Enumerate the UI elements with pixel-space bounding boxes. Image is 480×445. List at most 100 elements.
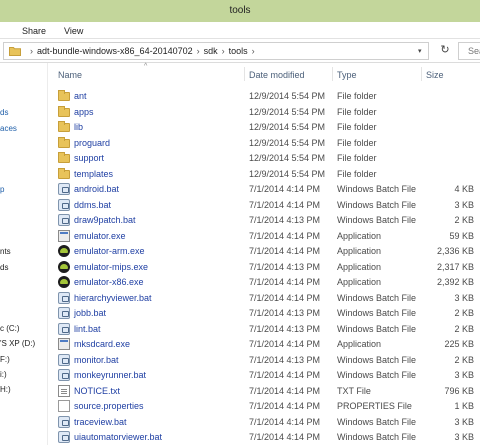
generic-file-icon	[58, 400, 70, 412]
file-type: File folder	[337, 168, 377, 179]
file-row[interactable]: ddms.bat 7/1/2014 4:14 PM Windows Batch Fi…	[54, 198, 480, 213]
file-size: 4 KB	[454, 184, 474, 194]
file-row[interactable]: traceview.bat 7/1/2014 4:14 PM Windows Bat…	[54, 415, 480, 430]
column-divider[interactable]	[421, 67, 422, 81]
breadcrumb-item[interactable]: tools	[229, 46, 248, 56]
navigation-pane[interactable]: ds aces p nts ds c (C:) 'S XP (D:) F:) i…	[0, 63, 35, 445]
file-row[interactable]: draw9patch.bat 7/1/2014 4:13 PM Windows Ba…	[54, 213, 480, 228]
search-input[interactable]: Sea	[458, 42, 480, 60]
file-date: 7/1/2014 4:14 PM	[249, 246, 321, 256]
breadcrumb-item[interactable]: adt-bundle-windows-x86_64-20140702	[37, 46, 193, 56]
nav-item[interactable]: p	[0, 185, 4, 194]
file-name[interactable]: ant	[74, 91, 87, 101]
nav-item[interactable]: nts	[0, 247, 11, 256]
file-type: Windows Batch File	[337, 292, 417, 303]
column-divider[interactable]	[332, 67, 333, 81]
file-row[interactable]: templates 12/9/2014 5:54 PM File folder	[54, 167, 480, 182]
file-name[interactable]: source.properties	[74, 401, 144, 411]
nav-item[interactable]: ds	[0, 108, 8, 117]
file-date: 7/1/2014 4:14 PM	[249, 385, 321, 396]
file-row[interactable]: hierarchyviewer.bat 7/1/2014 4:14 PM Windo…	[54, 291, 480, 306]
file-row[interactable]: monkeyrunner.bat 7/1/2014 4:14 PM Windows …	[54, 368, 480, 383]
column-divider[interactable]	[244, 67, 245, 81]
file-name[interactable]: emulator-mips.exe	[74, 262, 148, 272]
file-row[interactable]: android.bat 7/1/2014 4:14 PM Windows Batch…	[54, 182, 480, 197]
android-emulator-icon	[58, 276, 70, 288]
file-row[interactable]: emulator-x86.exe 7/1/2014 4:14 PM Applicat…	[54, 275, 480, 290]
tab-share[interactable]: Share	[22, 26, 46, 36]
file-row[interactable]: mksdcard.exe 7/1/2014 4:14 PM Application 2…	[54, 337, 480, 352]
file-row[interactable]: ant 12/9/2014 5:54 PM File folder	[54, 89, 480, 104]
column-header-date[interactable]: Date modified	[249, 70, 305, 80]
file-row[interactable]: emulator.exe 7/1/2014 4:14 PM Application 5…	[54, 229, 480, 244]
refresh-icon[interactable]: ↻	[438, 43, 452, 57]
file-type: File folder	[337, 137, 377, 148]
nav-item-drive[interactable]: H:)	[0, 385, 11, 394]
nav-item-drive[interactable]: i:)	[0, 370, 7, 379]
file-row[interactable]: lib 12/9/2014 5:54 PM File folder	[54, 120, 480, 135]
file-name[interactable]: monitor.bat	[74, 355, 119, 365]
file-name[interactable]: lib	[74, 122, 83, 132]
file-name[interactable]: hierarchyviewer.bat	[74, 293, 152, 303]
file-row[interactable]: monitor.bat 7/1/2014 4:13 PM Windows Batch…	[54, 353, 480, 368]
nav-item-drive[interactable]: c (C:)	[0, 324, 20, 333]
file-row[interactable]: lint.bat 7/1/2014 4:13 PM Windows Batch Fi…	[54, 322, 480, 337]
file-name[interactable]: monkeyrunner.bat	[74, 370, 146, 380]
file-name[interactable]: templates	[74, 169, 113, 179]
address-field[interactable]: › adt-bundle-windows-x86_64-20140702 › sdk ›…	[3, 42, 429, 60]
sort-ascending-icon: ^	[144, 63, 148, 70]
file-name[interactable]: NOTICE.txt	[74, 386, 120, 396]
application-icon	[58, 229, 70, 242]
file-row[interactable]: emulator-mips.exe 7/1/2014 4:13 PM Applica…	[54, 260, 480, 275]
file-name[interactable]: jobb.bat	[74, 308, 106, 318]
file-name[interactable]: uiautomatorviewer.bat	[74, 432, 162, 442]
title-bar: tools	[0, 0, 480, 22]
column-header-type[interactable]: Type	[337, 70, 357, 80]
file-row[interactable]: emulator-arm.exe 7/1/2014 4:14 PM Applicat…	[54, 244, 480, 259]
file-name[interactable]: mksdcard.exe	[74, 339, 130, 349]
file-row[interactable]: proguard 12/9/2014 5:54 PM File folder	[54, 136, 480, 151]
file-date: 12/9/2014 5:54 PM	[249, 122, 326, 132]
breadcrumb-item[interactable]: sdk	[204, 46, 218, 56]
chevron-down-icon[interactable]: ▾	[418, 47, 422, 55]
file-name[interactable]: ddms.bat	[74, 200, 111, 210]
file-name[interactable]: emulator.exe	[74, 231, 126, 241]
file-date: 7/1/2014 4:14 PM	[249, 416, 321, 427]
nav-item[interactable]: aces	[0, 124, 17, 133]
file-name[interactable]: apps	[74, 107, 94, 117]
file-row[interactable]: NOTICE.txt 7/1/2014 4:14 PM TXT File 796 KB	[54, 384, 480, 399]
file-date: 7/1/2014 4:13 PM	[249, 323, 321, 334]
file-name[interactable]: emulator-arm.exe	[74, 246, 145, 256]
file-row[interactable]: jobb.bat 7/1/2014 4:13 PM Windows Batch Fi…	[54, 306, 480, 321]
file-name[interactable]: proguard	[74, 138, 110, 148]
file-date: 7/1/2014 4:13 PM	[249, 308, 321, 318]
breadcrumb-separator-icon: ›	[30, 46, 33, 56]
nav-item[interactable]: ds	[0, 263, 8, 272]
file-row[interactable]: source.properties 7/1/2014 4:14 PM PROPERT…	[54, 399, 480, 414]
file-name[interactable]: lint.bat	[74, 324, 101, 334]
file-date: 7/1/2014 4:14 PM	[249, 292, 321, 303]
column-header-name[interactable]: Name	[58, 70, 82, 80]
file-name[interactable]: support	[74, 153, 104, 163]
file-row[interactable]: support 12/9/2014 5:54 PM File folder	[54, 151, 480, 166]
file-name[interactable]: android.bat	[74, 184, 119, 194]
file-row[interactable]: apps 12/9/2014 5:54 PM File folder	[54, 105, 480, 120]
batch-file-icon	[58, 291, 70, 304]
file-name[interactable]: draw9patch.bat	[74, 215, 136, 225]
batch-file-icon	[58, 353, 70, 366]
file-date: 12/9/2014 5:54 PM	[249, 153, 326, 163]
nav-item-drive[interactable]: F:)	[0, 355, 10, 364]
column-header-size[interactable]: Size	[426, 70, 444, 80]
file-date: 12/9/2014 5:54 PM	[249, 91, 326, 101]
file-size: 3 KB	[454, 370, 474, 380]
android-emulator-icon	[58, 260, 70, 273]
file-date: 12/9/2014 5:54 PM	[249, 168, 326, 179]
file-type: Windows Batch File	[337, 199, 417, 210]
file-name[interactable]: traceview.bat	[74, 417, 127, 427]
nav-item-drive[interactable]: 'S XP (D:)	[0, 339, 35, 348]
file-size: 1 KB	[454, 401, 474, 411]
file-row[interactable]: uiautomatorviewer.bat 7/1/2014 4:14 PM Win…	[54, 430, 480, 445]
file-name[interactable]: emulator-x86.exe	[74, 277, 144, 287]
pane-divider[interactable]	[47, 63, 48, 445]
tab-view[interactable]: View	[64, 26, 83, 36]
